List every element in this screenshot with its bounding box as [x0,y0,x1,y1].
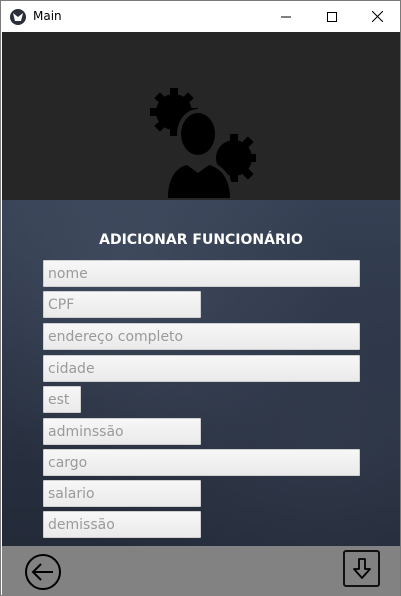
close-button[interactable] [354,1,400,32]
save-button[interactable] [343,550,380,587]
cpf-input[interactable] [43,291,201,318]
estado-input[interactable] [43,386,81,413]
minimize-icon [281,16,291,17]
window-title: Main [33,9,62,23]
salario-input[interactable] [43,480,201,507]
kivy-icon [10,9,26,25]
cargo-input[interactable] [43,449,360,476]
nome-input[interactable] [43,260,360,287]
download-icon [352,557,371,579]
admissao-input[interactable] [43,418,201,445]
demissao-input[interactable] [43,511,201,538]
form-title: ADICIONAR FUNCIONÁRIO [99,232,303,248]
form-panel: ADICIONAR FUNCIONÁRIO [2,200,400,546]
footer-bar [2,546,400,596]
back-arrow-icon [25,554,61,590]
minimize-button[interactable] [263,1,309,32]
maximize-icon [327,11,337,22]
close-icon [371,11,383,22]
cidade-input[interactable] [43,355,360,382]
header-banner [2,32,400,200]
back-button[interactable] [24,553,62,591]
maximize-button[interactable] [309,1,355,32]
user-gear-icon [150,88,256,198]
app-window: Main ADICIONAR FUNCIONÁRIO nome CPF ende… [0,0,401,596]
title-bar[interactable]: Main [1,1,400,32]
endereco-input[interactable] [43,323,360,350]
